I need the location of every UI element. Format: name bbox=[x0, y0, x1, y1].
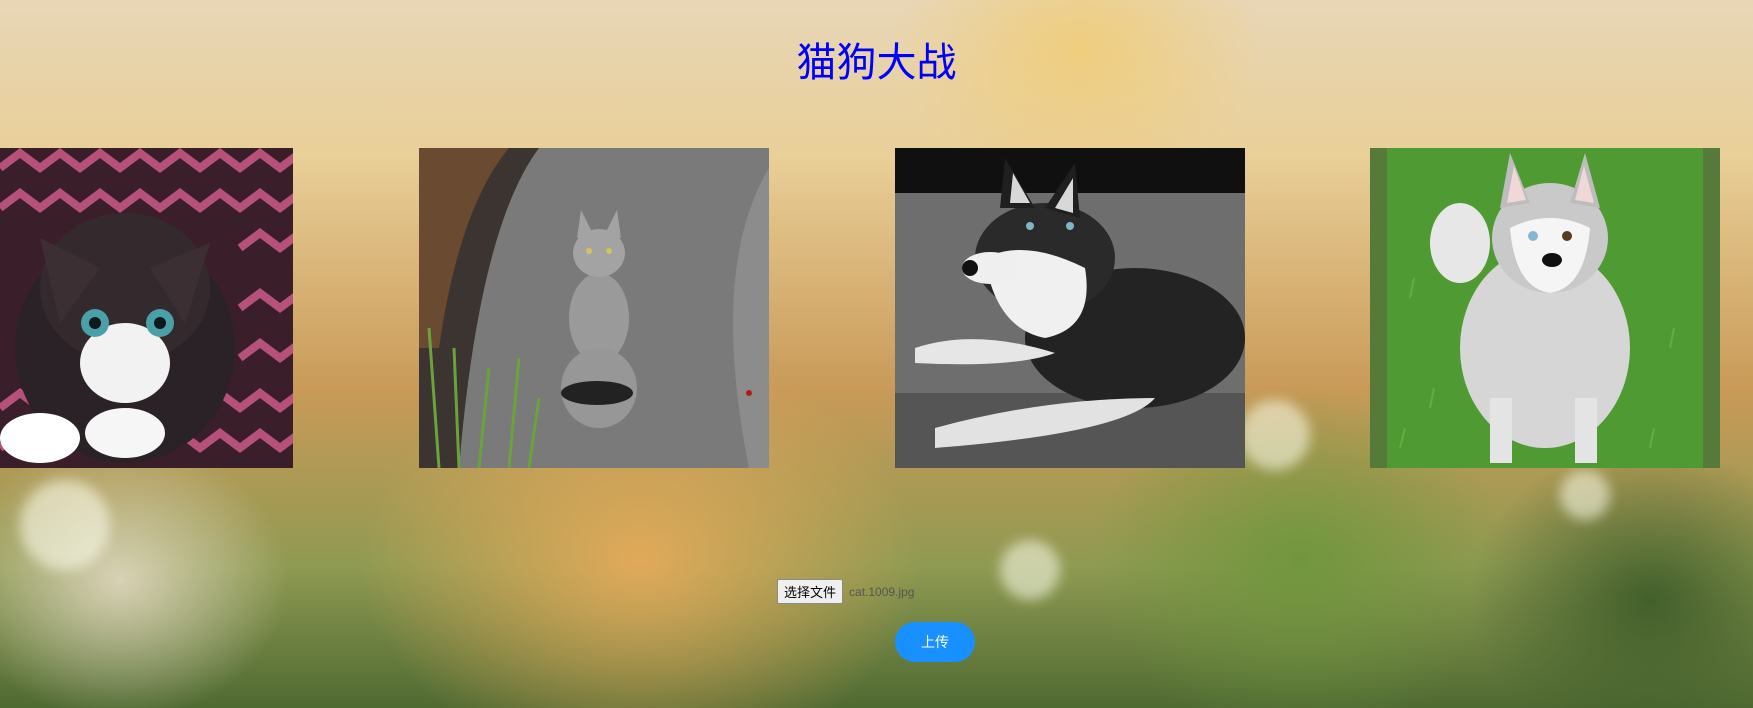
page-title: 猫狗大战 bbox=[796, 40, 957, 86]
page: 猫狗大战 选择文件 cat.1009.jpg 上传 bbox=[0, 0, 1753, 708]
background-bokeh bbox=[1240, 400, 1310, 470]
husky-standing-photo bbox=[1370, 148, 1720, 468]
selected-file-name: cat.1009.jpg bbox=[849, 584, 915, 599]
background-bokeh bbox=[1560, 470, 1610, 520]
husky-lying-photo bbox=[895, 148, 1245, 468]
upload-button[interactable]: 上传 bbox=[895, 622, 975, 662]
file-upload-row: 选择文件 cat.1009.jpg bbox=[777, 579, 914, 604]
background-bokeh bbox=[1000, 540, 1060, 600]
gray-cat-photo bbox=[419, 148, 769, 468]
kitten-photo bbox=[0, 148, 293, 468]
choose-file-button[interactable]: 选择文件 bbox=[777, 579, 844, 604]
background-bokeh bbox=[20, 480, 110, 570]
